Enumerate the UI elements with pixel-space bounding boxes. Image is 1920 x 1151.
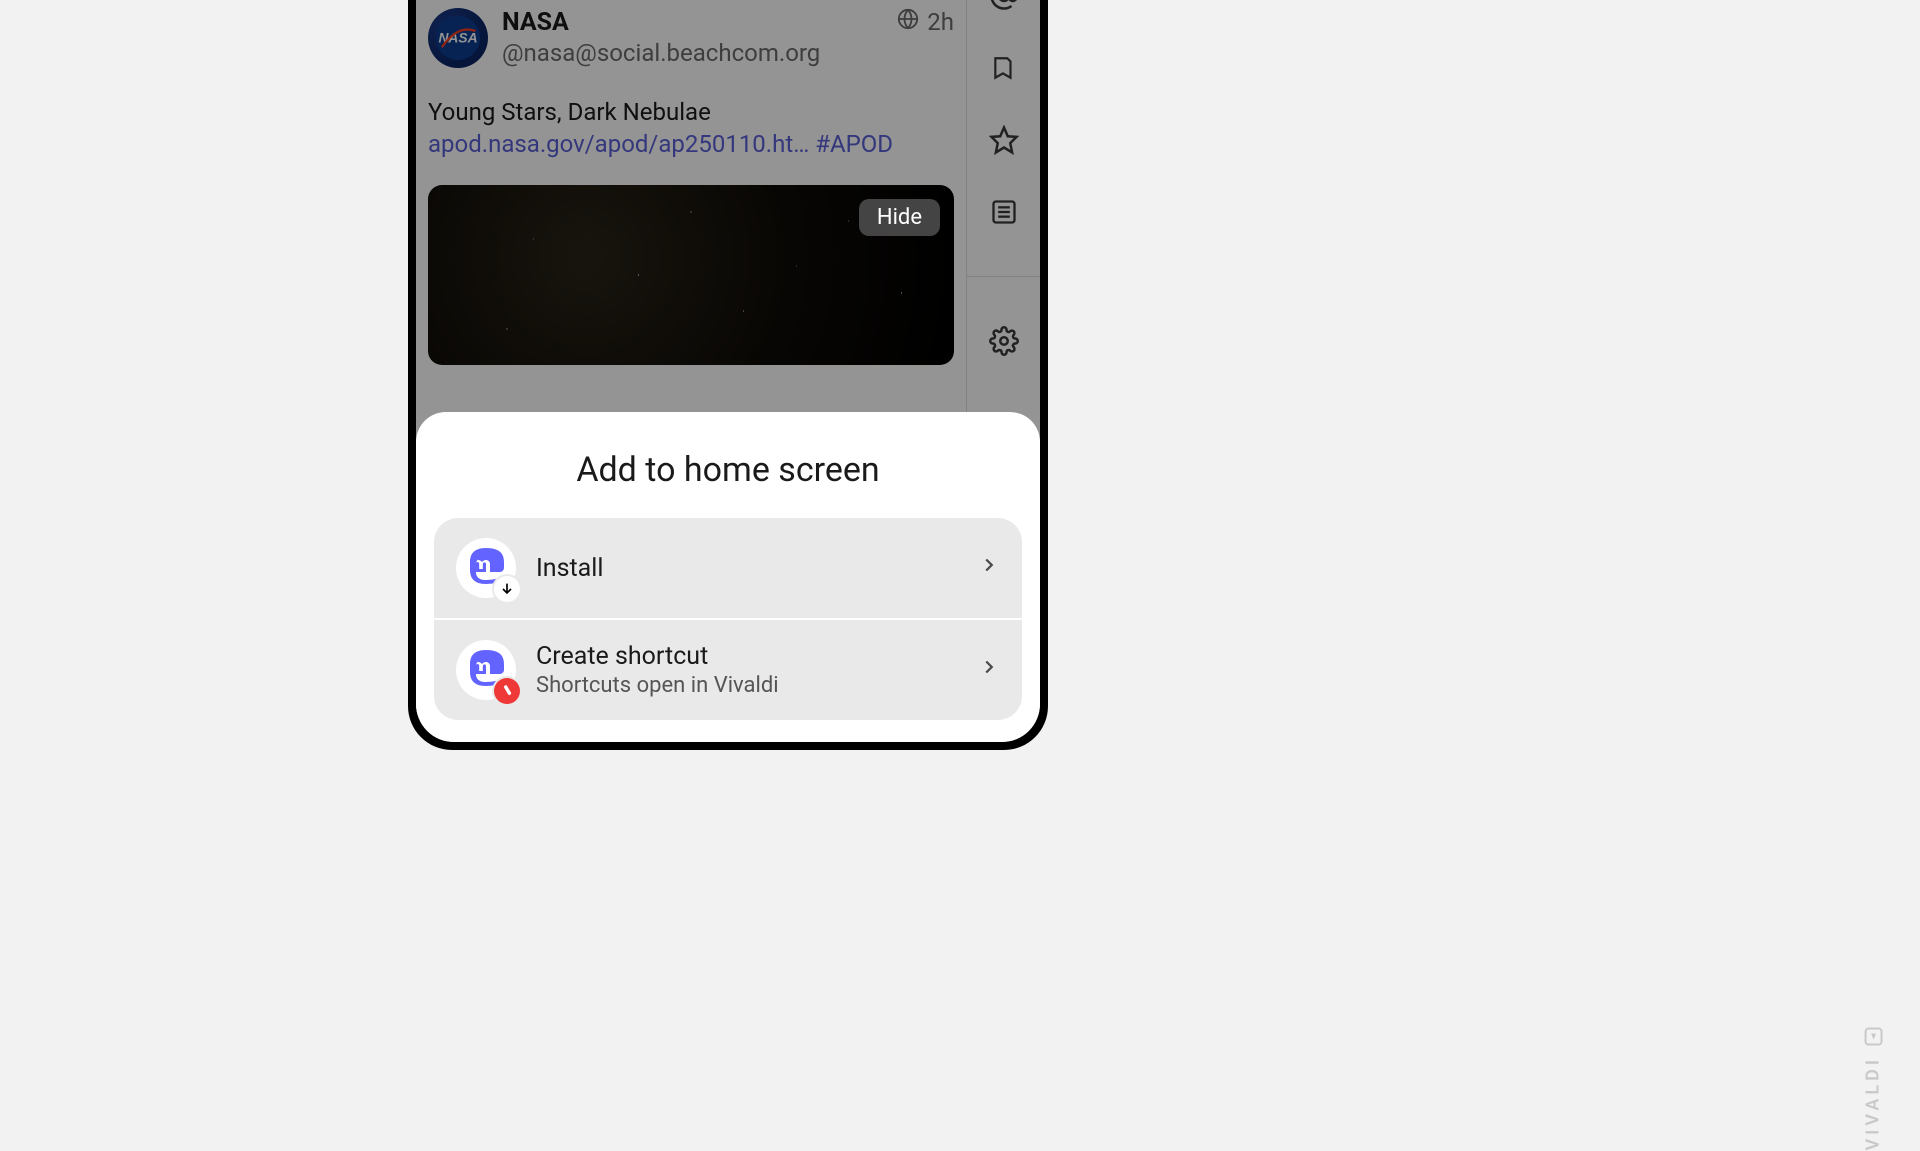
vivaldi-badge-icon [494,678,520,704]
chevron-right-icon [978,655,1000,685]
phone-frame: NASA NASA @nasa@social.beachcom.org [408,0,1048,750]
create-shortcut-option[interactable]: Create shortcut Shortcuts open in Vivald… [434,618,1022,720]
phone-screen: NASA NASA @nasa@social.beachcom.org [416,0,1040,742]
create-shortcut-option-text: Create shortcut Shortcuts open in Vivald… [536,642,958,698]
install-option-title: Install [536,554,958,583]
install-option[interactable]: Install [434,518,1022,618]
create-shortcut-option-title: Create shortcut [536,642,958,671]
download-badge-icon [494,576,520,602]
sheet-title: Add to home screen [434,450,1022,490]
add-to-home-sheet: Add to home screen Install [416,412,1040,742]
watermark-text: VIVALDI [1863,1056,1884,1151]
install-option-text: Install [536,554,958,583]
chevron-right-icon [978,553,1000,583]
vivaldi-watermark-icon [1865,1028,1883,1046]
create-shortcut-option-subtitle: Shortcuts open in Vivaldi [536,673,958,698]
create-shortcut-option-icon [456,640,516,700]
option-list: Install [434,518,1022,720]
vivaldi-watermark: VIVALDI [1863,1028,1884,1151]
hide-button[interactable]: Hide [859,199,940,236]
install-option-icon [456,538,516,598]
